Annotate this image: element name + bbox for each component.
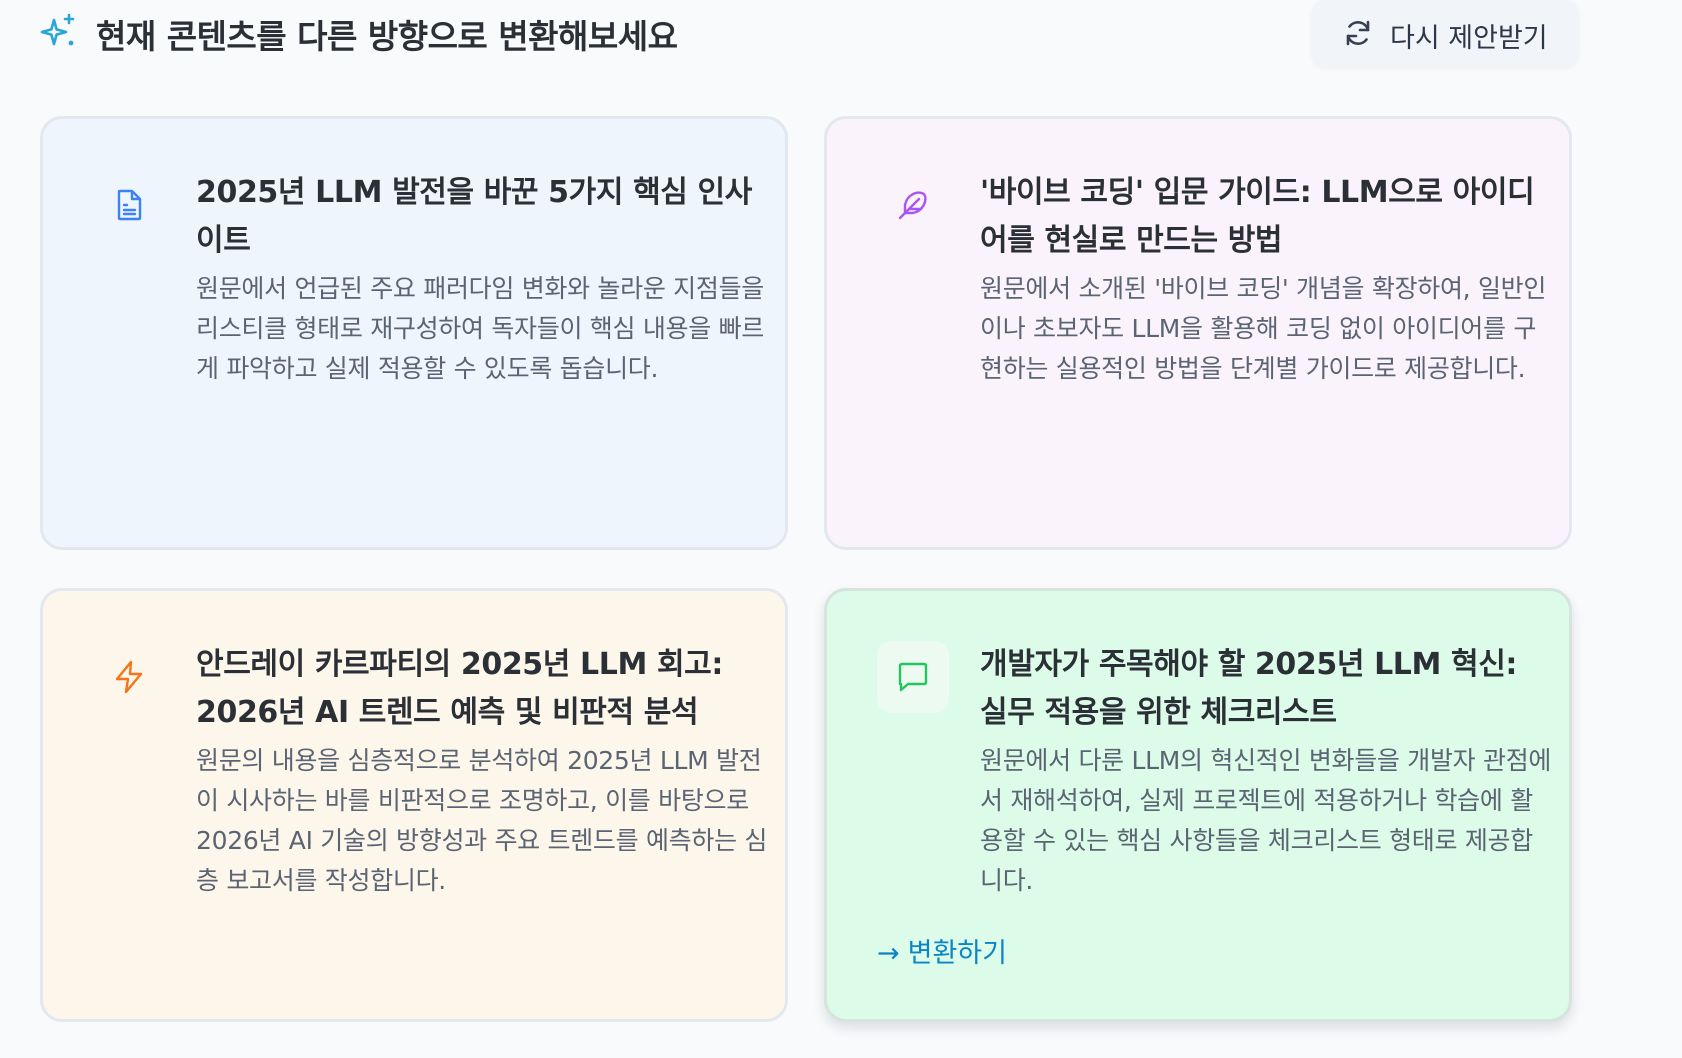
panel-title: 현재 콘텐츠를 다른 방향으로 변환해보세요 xyxy=(96,17,678,56)
suggestion-card-listicle[interactable]: 2025년 LLM 발전을 바꾼 5가지 핵심 인사이트 원문에서 언급된 주요… xyxy=(40,116,788,550)
card-icon-container xyxy=(877,169,949,241)
refresh-suggestions-button[interactable]: 다시 제안받기 xyxy=(1312,0,1578,66)
suggestion-card-guide[interactable]: '바이브 코딩' 입문 가이드: LLM으로 아이디어를 현실로 만드는 방법 … xyxy=(824,116,1572,550)
suggestion-card-analysis[interactable]: 안드레이 카르파티의 2025년 LLM 회고: 2026년 AI 트렌드 예측… xyxy=(40,588,788,1022)
card-description: 원문의 내용을 심층적으로 분석하여 2025년 LLM 발전이 시사하는 바를… xyxy=(196,746,768,895)
card-description: 원문에서 다룬 LLM의 혁신적인 변화들을 개발자 관점에서 재해석하여, 실… xyxy=(980,746,1552,895)
feather-icon xyxy=(898,191,927,220)
transform-suggestions-panel: 현재 콘텐츠를 다른 방향으로 변환해보세요 다시 제안받기 2025년 LLM… xyxy=(0,0,1682,1058)
card-title: 개발자가 주목해야 할 2025년 LLM 혁신: 실무 적용을 위한 체크리스… xyxy=(980,647,1518,730)
card-icon-container xyxy=(877,641,949,713)
chat-bubble-icon xyxy=(898,662,928,692)
sparkles-icon xyxy=(38,12,78,52)
panel-header: 현재 콘텐츠를 다른 방향으로 변환해보세요 다시 제안받기 xyxy=(38,0,1578,68)
arrow-right-icon: → xyxy=(877,938,900,969)
card-description: 원문에서 언급된 주요 패러다임 변화와 놀라운 지점들을 리스티클 형태로 재… xyxy=(196,274,764,383)
card-description: 원문에서 소개된 '바이브 코딩' 개념을 확장하여, 일반인이나 초보자도 L… xyxy=(980,274,1547,383)
card-title: 안드레이 카르파티의 2025년 LLM 회고: 2026년 AI 트렌드 예측… xyxy=(196,647,723,730)
card-icon-container xyxy=(93,641,165,713)
card-title: '바이브 코딩' 입문 가이드: LLM으로 아이디어를 현실로 만드는 방법 xyxy=(980,175,1535,258)
convert-link-label: 변환하기 xyxy=(907,938,1007,969)
card-icon-container xyxy=(93,169,165,241)
document-icon xyxy=(117,189,142,221)
lightning-icon xyxy=(115,660,143,694)
refresh-icon xyxy=(1342,17,1374,49)
convert-link[interactable]: → 변환하기 xyxy=(877,931,1007,970)
card-title: 2025년 LLM 발전을 바꾼 5가지 핵심 인사이트 xyxy=(196,175,752,258)
suggestion-card-checklist[interactable]: 개발자가 주목해야 할 2025년 LLM 혁신: 실무 적용을 위한 체크리스… xyxy=(824,588,1572,1022)
refresh-button-label: 다시 제안받기 xyxy=(1390,23,1548,54)
